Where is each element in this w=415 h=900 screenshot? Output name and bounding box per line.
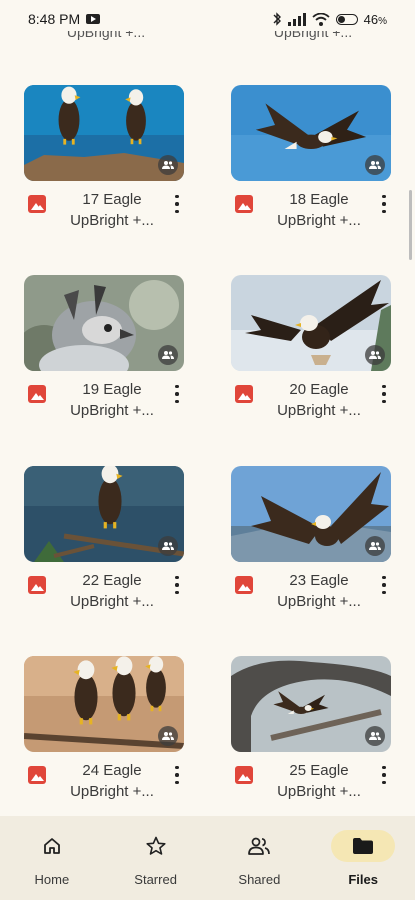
more-options-icon[interactable] (379, 383, 389, 405)
shared-badge-icon (158, 726, 178, 746)
file-name-line2: UpBright +... (277, 783, 361, 800)
more-options-icon[interactable] (379, 764, 389, 786)
file-thumbnail[interactable] (231, 656, 391, 752)
file-thumbnail[interactable] (24, 656, 184, 752)
file-name-line2: UpBright +... (70, 212, 154, 229)
more-options-icon[interactable] (172, 764, 182, 786)
file-name: 19 Eagle UpBright +... (58, 379, 166, 421)
file-name-line1: 18 Eagle (289, 191, 349, 208)
bottom-navigation: Home Starred Shared Files (0, 816, 415, 900)
more-options-icon[interactable] (379, 193, 389, 215)
clock: 8:48 PM (28, 11, 81, 27)
file-thumbnail[interactable] (231, 275, 391, 371)
image-file-icon (235, 385, 253, 403)
image-file-icon (235, 195, 253, 213)
shared-badge-icon (365, 345, 385, 365)
shared-badge-icon (158, 536, 178, 556)
battery-icon (335, 13, 358, 25)
battery-percent: 46% (363, 11, 387, 27)
file-name-line1: 23 Eagle (289, 572, 349, 589)
more-options-icon[interactable] (379, 574, 389, 596)
file-name-line2: UpBright +... (70, 783, 154, 800)
star-icon (124, 830, 188, 862)
shared-badge-icon (365, 155, 385, 175)
scrollbar[interactable] (409, 190, 412, 260)
home-icon (20, 830, 84, 862)
file-card[interactable]: 23 Eagle UpBright +... (231, 466, 393, 614)
nav-files-label: Files (348, 872, 378, 887)
shared-badge-icon (365, 726, 385, 746)
image-file-icon (28, 576, 46, 594)
wifi-icon (312, 12, 330, 26)
file-card[interactable]: 22 Eagle UpBright +... (24, 466, 186, 614)
more-options-icon[interactable] (172, 383, 182, 405)
file-name-line2: UpBright +... (277, 212, 361, 229)
nav-shared-label: Shared (238, 872, 281, 887)
file-card[interactable]: 24 Eagle UpBright +... (24, 656, 186, 804)
file-name-line1: 25 Eagle (289, 762, 349, 779)
shared-badge-icon (158, 345, 178, 365)
file-name: 22 Eagle UpBright +... (58, 570, 166, 612)
file-name-line1: 22 Eagle (82, 572, 142, 589)
folder-icon (331, 830, 396, 862)
file-thumbnail[interactable] (231, 85, 391, 181)
image-file-icon (28, 385, 46, 403)
file-card[interactable]: 18 Eagle UpBright +... (231, 85, 393, 233)
file-card[interactable]: 20 Eagle UpBright +... (231, 275, 393, 423)
nav-starred[interactable]: Starred (111, 830, 201, 887)
image-file-icon (28, 195, 46, 213)
youtube-notification-icon (86, 14, 101, 24)
nav-home[interactable]: Home (7, 830, 97, 887)
shared-icon (227, 830, 291, 862)
nav-files[interactable]: Files (318, 830, 408, 887)
signal-icon (287, 12, 306, 26)
file-thumbnail[interactable] (24, 466, 184, 562)
file-name: 17 Eagle UpBright +... (58, 189, 166, 231)
file-thumbnail[interactable] (231, 466, 391, 562)
shared-badge-icon (365, 536, 385, 556)
file-name-line2: UpBright +... (70, 402, 154, 419)
shared-badge-icon (158, 155, 178, 175)
image-file-icon (28, 766, 46, 784)
file-name-line1: 20 Eagle (289, 381, 349, 398)
nav-home-label: Home (34, 872, 70, 887)
file-name-line1: 24 Eagle (82, 762, 142, 779)
bluetooth-icon (273, 12, 281, 26)
more-options-icon[interactable] (172, 193, 182, 215)
file-card[interactable]: 19 Eagle UpBright +... (24, 275, 186, 423)
file-name-line1: 19 Eagle (82, 381, 142, 398)
file-name: 20 Eagle UpBright +... (265, 379, 373, 421)
nav-shared[interactable]: Shared (214, 830, 304, 887)
file-name: 18 Eagle UpBright +... (265, 189, 373, 231)
file-name: 23 Eagle UpBright +... (265, 570, 373, 612)
file-card[interactable]: 25 Eagle UpBright +... (231, 656, 393, 804)
file-thumbnail[interactable] (24, 85, 184, 181)
image-file-icon (235, 576, 253, 594)
file-name-line2: UpBright +... (277, 402, 361, 419)
file-name-line2: UpBright +... (277, 593, 361, 610)
file-name-line1: 17 Eagle (82, 191, 142, 208)
more-options-icon[interactable] (172, 574, 182, 596)
file-card[interactable]: 17 Eagle UpBright +... (24, 85, 186, 233)
file-name-line2: UpBright +... (70, 593, 154, 610)
file-name: 24 Eagle UpBright +... (58, 760, 166, 802)
image-file-icon (235, 766, 253, 784)
file-name: 25 Eagle UpBright +... (265, 760, 373, 802)
nav-starred-label: Starred (134, 872, 177, 887)
file-thumbnail[interactable] (24, 275, 184, 371)
